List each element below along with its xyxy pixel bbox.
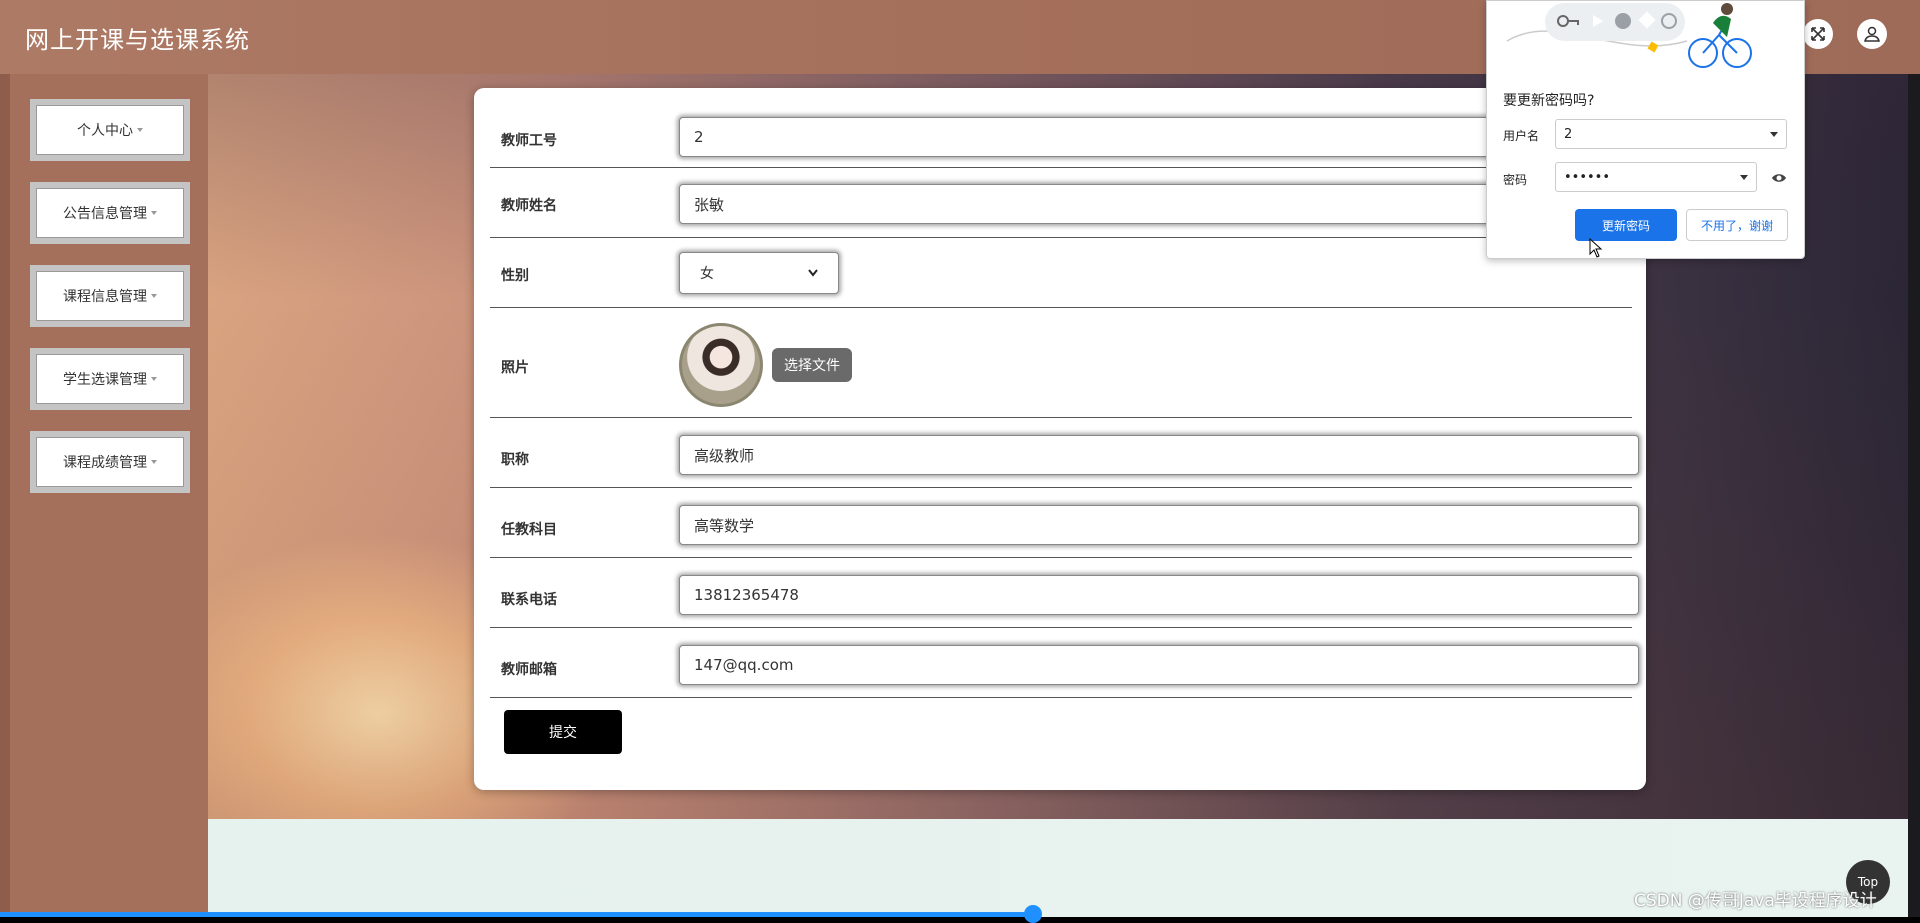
field-label: 教师邮箱 [501,662,557,678]
form-row-gender: 性别 女 [490,237,1632,308]
decline-button[interactable]: 不用了，谢谢 [1686,209,1788,241]
phone-input[interactable]: 13812365478 [679,575,1639,615]
sidebar-item-label: 公告信息管理 [63,206,147,222]
field-label: 任教科目 [501,522,557,538]
chevron-down-icon [808,269,818,277]
popup-question: 要更新密码吗? [1503,93,1595,109]
username-select[interactable]: 2 [1555,119,1787,149]
sidebar: 个人中心 公告信息管理 课程信息管理 学生选课管理 课程成绩管理 [10,74,208,917]
field-label: 联系电话 [501,592,557,608]
password-select[interactable]: •••••• [1555,162,1757,192]
field-label: 教师姓名 [501,198,557,214]
caret-down-icon [151,377,157,381]
caret-down-icon [151,211,157,215]
form-row-phone: 联系电话 13812365478 [490,557,1639,628]
right-edge [1908,74,1920,917]
field-label: 教师工号 [501,133,557,149]
email-input[interactable]: 147@qq.com [679,645,1639,685]
sidebar-item-label: 课程成绩管理 [63,455,147,471]
submit-button[interactable]: 提交 [504,710,622,754]
title-input[interactable]: 高级教师 [679,435,1639,475]
username-value: 2 [1564,126,1573,142]
form-row-subject: 任教科目 高等数学 [490,487,1639,558]
dropdown-arrow-icon [1740,174,1748,180]
username-label: 用户名 [1503,129,1540,143]
sidebar-item-grades[interactable]: 课程成绩管理 [30,431,190,493]
sidebar-item-course-selection[interactable]: 学生选课管理 [30,348,190,410]
sidebar-item-label: 课程信息管理 [63,289,147,305]
teacher-photo [679,323,763,407]
watermark: CSDN @传哥Java毕设程序设计 [1634,891,1877,911]
field-label: 性别 [501,268,529,284]
choose-file-button[interactable]: 选择文件 [772,348,852,382]
progress-handle[interactable] [1024,905,1042,923]
form-row-teacher-name: 教师姓名 张敏 [490,167,1639,238]
app-title: 网上开课与选课系统 [25,26,250,54]
user-icon[interactable] [1857,19,1887,49]
caret-down-icon [151,294,157,298]
dropdown-arrow-icon [1770,131,1778,137]
sidebar-edge [0,74,10,917]
form-row-email: 教师邮箱 147@qq.com [490,627,1639,698]
sidebar-item-courses[interactable]: 课程信息管理 [30,265,190,327]
update-password-button[interactable]: 更新密码 [1575,209,1677,241]
sidebar-item-label: 个人中心 [77,123,133,139]
password-value: •••••• [1564,169,1611,185]
form-row-photo: 照片 选择文件 [490,307,1632,418]
mouse-cursor-icon [1589,238,1603,258]
sidebar-item-personal-center[interactable]: 个人中心 [30,99,190,161]
sidebar-item-label: 学生选课管理 [63,372,147,388]
teacher-form: 教师工号 2 教师姓名 张敏 性别 女 照片 选择文件 职称 高级教师 任教科目… [474,88,1646,790]
field-label: 照片 [501,360,529,376]
gender-select[interactable]: 女 [679,252,839,294]
caret-down-icon [151,460,157,464]
field-label: 职称 [501,452,529,468]
password-illustration [1506,3,1752,68]
gender-selected-value: 女 [700,266,714,282]
subject-input[interactable]: 高等数学 [679,505,1639,545]
progress-bar [0,912,1035,917]
password-label: 密码 [1503,173,1528,187]
fullscreen-icon[interactable] [1803,19,1833,49]
show-password-icon[interactable] [1771,172,1787,184]
form-row-teacher-id: 教师工号 2 [490,88,1639,168]
caret-down-icon [137,128,143,132]
form-row-title: 职称 高级教师 [490,417,1639,488]
update-password-popup: 要更新密码吗? 用户名 2 密码 •••••• 更新密码 不用了，谢谢 [1486,0,1805,259]
sidebar-item-announcements[interactable]: 公告信息管理 [30,182,190,244]
